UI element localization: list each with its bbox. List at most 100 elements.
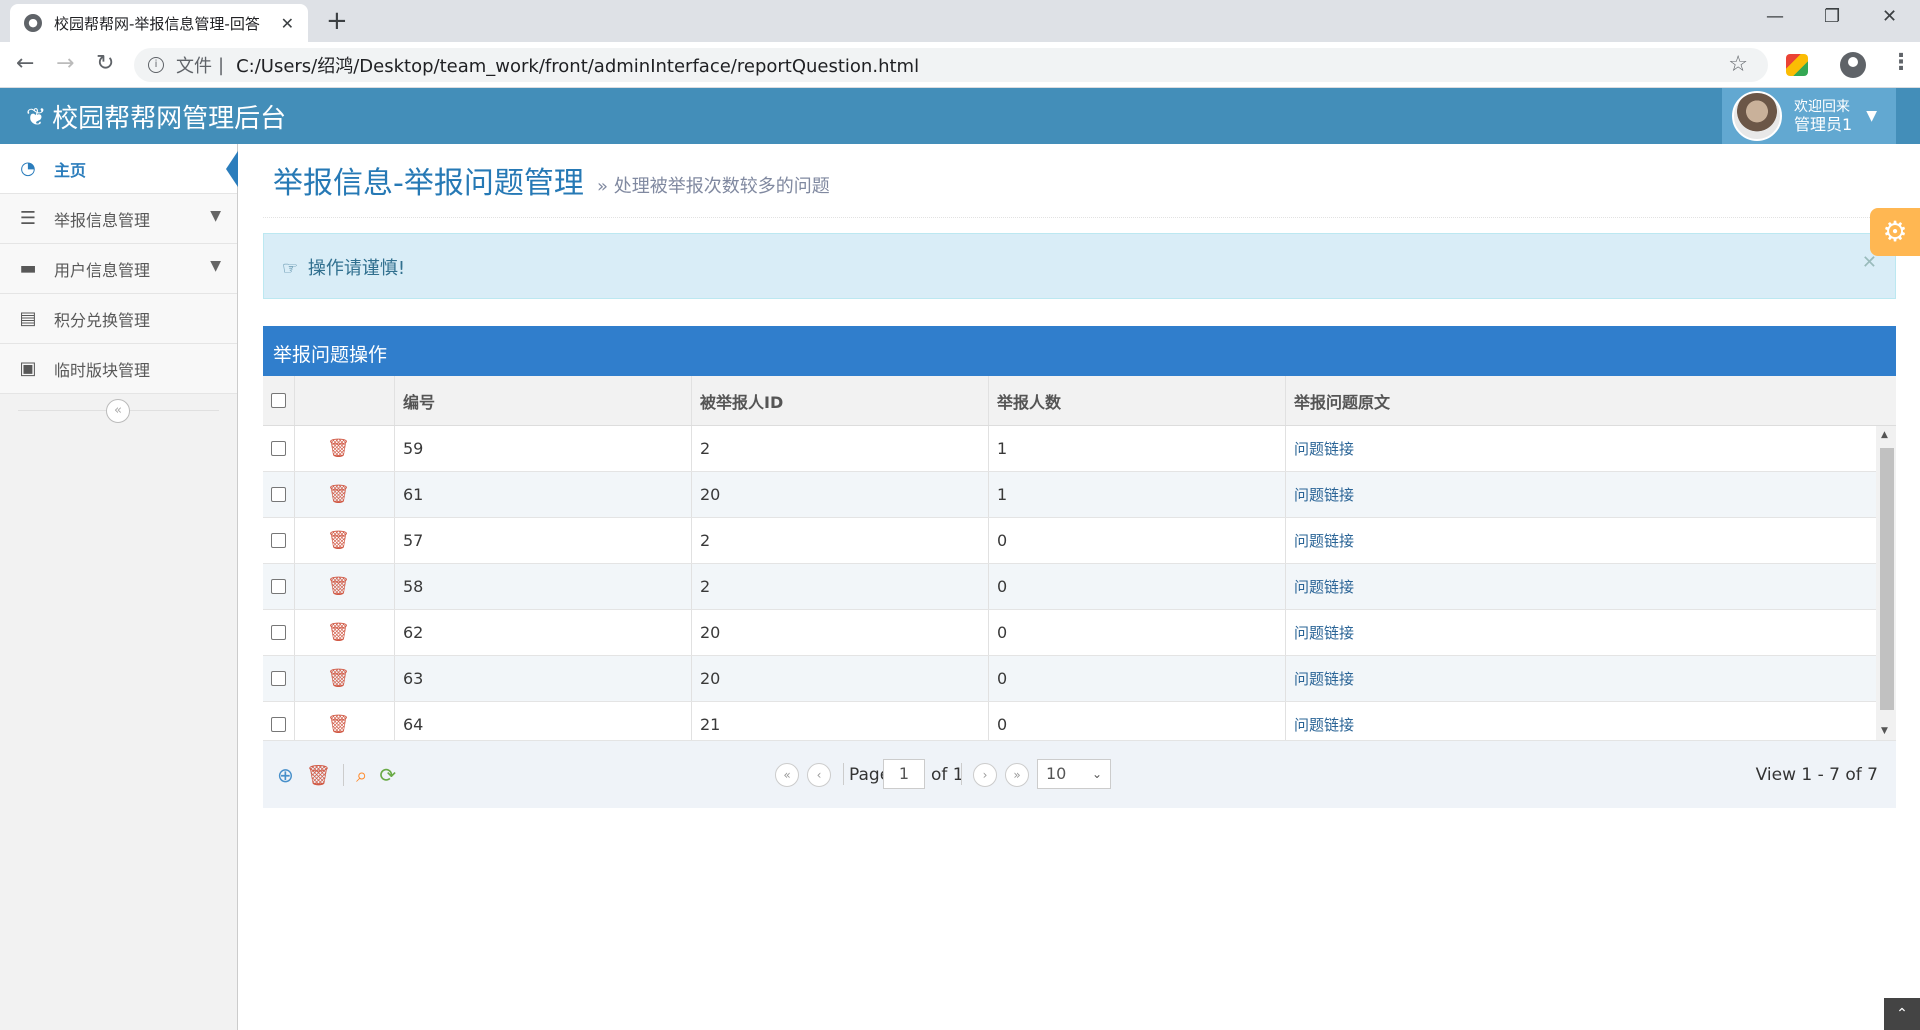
column-header-id[interactable]: 编号 (395, 376, 692, 425)
column-header-reported-id[interactable]: 被举报人ID (692, 376, 989, 425)
table-row[interactable]: 🗑 61 20 1 问题链接 (263, 472, 1896, 518)
page-header: 举报信息-举报问题管理 » 处理被举报次数较多的问题 (263, 144, 1896, 218)
back-icon[interactable]: ← (16, 51, 34, 76)
trash-icon[interactable]: 🗑 (303, 484, 350, 505)
row-checkbox[interactable] (271, 717, 286, 732)
forward-icon[interactable]: → (56, 51, 74, 76)
grid-pager: ⊕ 🗑 ⌕ ⟳ « ‹ Page 1 of 1 › » 10 ⌄ View 1 … (263, 740, 1896, 808)
page-total-label: of 1 (931, 765, 964, 785)
row-select-cell (263, 426, 295, 471)
user-greeting: 欢迎回来 管理员1 (1794, 98, 1852, 134)
sidebar-item-temp-board[interactable]: ▣ 临时版块管理 (0, 344, 237, 394)
first-page-icon[interactable]: « (775, 763, 799, 787)
cell-id: 59 (395, 426, 692, 471)
row-checkbox[interactable] (271, 671, 286, 686)
url-field[interactable]: i 文件 | C:/Users/绍鸿/Desktop/team_work/fro… (134, 48, 1768, 82)
profile-icon[interactable] (1840, 52, 1866, 78)
row-actions-cell: 🗑 (295, 518, 395, 563)
row-checkbox[interactable] (271, 625, 286, 640)
scheme-label: 文件 (176, 56, 212, 77)
zoom-in-icon[interactable]: ⊕ (277, 763, 294, 787)
minimize-icon[interactable]: — (1766, 6, 1784, 27)
next-page-icon[interactable]: › (973, 763, 997, 787)
reload-icon[interactable]: ↻ (96, 51, 114, 76)
divider (343, 764, 345, 786)
question-link[interactable]: 问题链接 (1294, 438, 1354, 459)
row-checkbox[interactable] (271, 533, 286, 548)
table-row[interactable]: 🗑 59 2 1 问题链接 (263, 426, 1896, 472)
row-checkbox[interactable] (271, 487, 286, 502)
scroll-to-top-icon[interactable]: ⌃ (1884, 998, 1920, 1030)
table-row[interactable]: 🗑 62 20 0 问题链接 (263, 610, 1896, 656)
browser-tab-strip: ● 校园帮帮网-举报信息管理-回答 ✕ + — ❐ ✕ (0, 0, 1920, 42)
question-link[interactable]: 问题链接 (1294, 622, 1354, 643)
scheme-separator: | (218, 54, 225, 76)
refresh-icon[interactable]: ⟳ (379, 763, 396, 787)
menu-kebab-icon[interactable]: ⋮ (1890, 50, 1912, 75)
list-alt-icon: ▤ (19, 308, 37, 329)
row-checkbox[interactable] (271, 579, 286, 594)
brand[interactable]: ❦ 校园帮帮网管理后台 (26, 98, 286, 135)
browser-tab[interactable]: ● 校园帮帮网-举报信息管理-回答 ✕ (10, 4, 308, 42)
desktop-icon: ▬ (19, 258, 37, 279)
question-link[interactable]: 问题链接 (1294, 530, 1354, 551)
info-icon[interactable]: i (148, 57, 164, 73)
settings-gear-icon[interactable]: ⚙ (1870, 208, 1920, 256)
column-header-original[interactable]: 举报问题原文 (1286, 376, 1877, 425)
bookmark-star-icon[interactable]: ☆ (1728, 52, 1748, 77)
brand-title: 校园帮帮网管理后台 (52, 104, 287, 134)
question-link[interactable]: 问题链接 (1294, 484, 1354, 505)
tab-title: 校园帮帮网-举报信息管理-回答 (54, 14, 260, 33)
trash-icon[interactable]: 🗑 (303, 438, 350, 459)
scrollbar-thumb[interactable] (1880, 448, 1894, 710)
trash-icon[interactable]: 🗑 (306, 763, 331, 787)
cell-report-count: 0 (989, 610, 1286, 655)
chevron-down-icon: ⌄ (1091, 767, 1102, 781)
grid-caption: 举报问题操作 (263, 326, 1896, 376)
trash-icon[interactable]: 🗑 (303, 714, 350, 735)
user-menu[interactable]: 欢迎回来 管理员1 ▼ (1722, 88, 1896, 144)
select-all-checkbox[interactable] (271, 393, 286, 408)
sidebar-item-user-management[interactable]: ▬ 用户信息管理 ▼ (0, 244, 237, 294)
row-actions-cell: 🗑 (295, 426, 395, 471)
question-link[interactable]: 问题链接 (1294, 714, 1354, 735)
trash-icon[interactable]: 🗑 (303, 530, 350, 551)
cell-report-count: 0 (989, 702, 1286, 740)
table-row[interactable]: 🗑 58 2 0 问题链接 (263, 564, 1896, 610)
row-checkbox[interactable] (271, 441, 286, 456)
close-tab-icon[interactable]: ✕ (281, 14, 294, 33)
extension-icon[interactable] (1786, 54, 1808, 76)
chevron-down-icon: ▼ (210, 208, 221, 224)
last-page-icon[interactable]: » (1005, 763, 1029, 787)
restore-icon[interactable]: ❐ (1824, 6, 1840, 27)
report-grid: 举报问题操作 编号 被举报人ID 举报人数 举报问题原文 🗑 59 2 1 问题链接 🗑 6… (263, 326, 1896, 808)
rows-per-page-value: 10 (1046, 764, 1067, 783)
vertical-scrollbar[interactable]: ▲ ▼ (1876, 426, 1896, 740)
collapse-sidebar-icon[interactable]: « (106, 399, 130, 423)
prev-page-icon[interactable]: ‹ (807, 763, 831, 787)
question-link[interactable]: 问题链接 (1294, 576, 1354, 597)
close-window-icon[interactable]: ✕ (1882, 6, 1897, 27)
alert-text: 操作请谨慎! (307, 258, 406, 279)
rows-per-page-select[interactable]: 10 ⌄ (1037, 759, 1111, 789)
trash-icon[interactable]: 🗑 (303, 576, 350, 597)
table-row[interactable]: 🗑 64 21 0 问题链接 (263, 702, 1896, 740)
sidebar-item-home[interactable]: ◔ 主页 (0, 144, 238, 194)
cell-original-link-cell: 问题链接 (1286, 518, 1877, 563)
cell-original-link-cell: 问题链接 (1286, 610, 1877, 655)
sidebar-item-report-management[interactable]: ☰ 举报信息管理 ▼ (0, 194, 237, 244)
trash-icon[interactable]: 🗑 (303, 622, 350, 643)
question-link[interactable]: 问题链接 (1294, 668, 1354, 689)
table-row[interactable]: 🗑 63 20 0 问题链接 (263, 656, 1896, 702)
sidebar-item-points-exchange[interactable]: ▤ 积分兑换管理 (0, 294, 237, 344)
scroll-down-icon[interactable]: ▼ (1881, 726, 1888, 736)
trash-icon[interactable]: 🗑 (303, 668, 350, 689)
column-header-report-count[interactable]: 举报人数 (989, 376, 1286, 425)
cell-reported-id: 2 (692, 426, 989, 471)
page-number-input[interactable]: 1 (883, 759, 925, 789)
table-row[interactable]: 🗑 57 2 0 问题链接 (263, 518, 1896, 564)
search-icon[interactable]: ⌕ (356, 763, 367, 787)
new-tab-icon[interactable]: + (326, 6, 348, 36)
scroll-up-icon[interactable]: ▲ (1881, 430, 1888, 440)
username: 管理员1 (1794, 115, 1853, 134)
